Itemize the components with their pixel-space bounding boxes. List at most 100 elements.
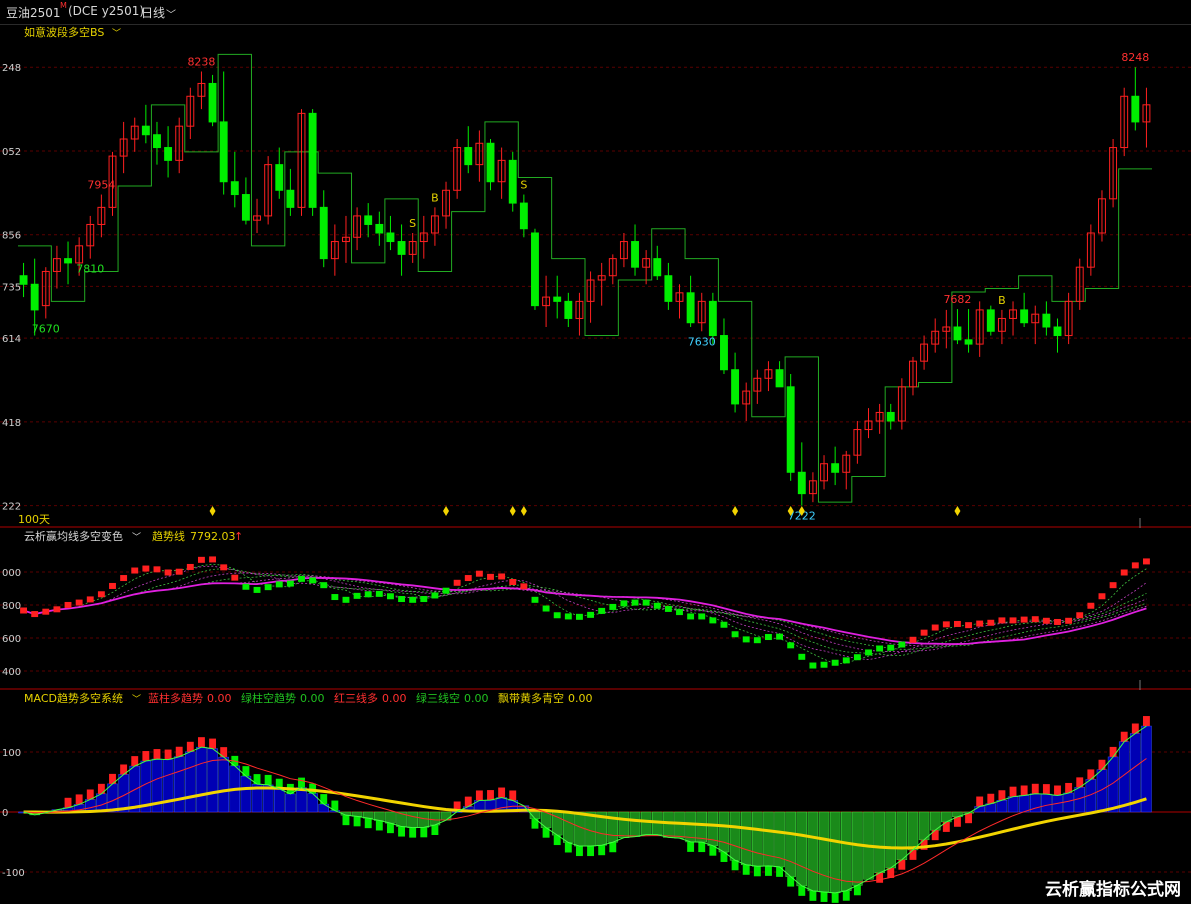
macd-cap bbox=[753, 866, 761, 877]
macd-bar bbox=[663, 811, 674, 838]
macd-cap bbox=[598, 845, 606, 856]
macd-bar bbox=[1063, 792, 1074, 813]
macd-cap bbox=[209, 738, 217, 749]
trend-block bbox=[542, 605, 550, 612]
macd-bar bbox=[996, 800, 1008, 813]
legend-value: 0.00 bbox=[464, 692, 489, 705]
trend-block bbox=[86, 596, 94, 603]
extreme-label: 7810 bbox=[76, 263, 104, 276]
macd-cap bbox=[375, 820, 383, 831]
candle-body bbox=[664, 275, 673, 302]
macd-cap bbox=[609, 842, 617, 853]
y-tick-label: 052 bbox=[2, 147, 21, 158]
macd-cap bbox=[153, 749, 161, 760]
y-tick-label: 418 bbox=[2, 418, 21, 429]
macd-bar bbox=[752, 811, 763, 867]
candle-body bbox=[275, 164, 284, 191]
ma-line bbox=[23, 572, 1147, 652]
macd-cap bbox=[764, 865, 772, 876]
macd-bar bbox=[629, 811, 641, 837]
trend-block bbox=[164, 569, 172, 576]
macd-bar bbox=[240, 775, 252, 813]
macd-cap bbox=[564, 842, 572, 853]
macd-bar bbox=[885, 811, 896, 869]
candle-body bbox=[720, 335, 728, 371]
signal-b: B bbox=[998, 294, 1006, 307]
trend-block bbox=[153, 566, 161, 573]
macd-bar bbox=[107, 783, 118, 813]
candle-body bbox=[775, 369, 784, 388]
y-tick-label: 400 bbox=[2, 667, 21, 678]
trend-block bbox=[1131, 562, 1139, 569]
chevron-down-icon: ﹀ bbox=[112, 28, 121, 39]
macd-bar bbox=[618, 811, 630, 838]
candle-body bbox=[708, 300, 717, 337]
trend-arrow-icon: ↑ bbox=[234, 530, 243, 543]
legend-value: 0.00 bbox=[382, 692, 407, 705]
trend-block bbox=[798, 653, 806, 660]
y-tick-label: 000 bbox=[2, 568, 21, 579]
candle-body bbox=[364, 215, 373, 225]
ma-line bbox=[23, 563, 1147, 665]
legend-label: 飘带黄多青空 bbox=[498, 691, 564, 705]
diamond-signal-icon bbox=[954, 506, 961, 516]
macd-bar bbox=[285, 793, 296, 813]
macd-cap bbox=[809, 890, 817, 901]
indicator-title: 如意波段多空BS bbox=[24, 25, 104, 39]
trend-block bbox=[309, 577, 317, 584]
trend-block bbox=[509, 579, 517, 585]
diamond-signal-icon bbox=[509, 506, 516, 516]
macd-cap bbox=[1109, 746, 1117, 757]
diamond-signal-icon bbox=[732, 506, 739, 516]
trend-block bbox=[809, 662, 817, 669]
trend-block bbox=[853, 654, 861, 661]
candle-body bbox=[886, 411, 895, 422]
trend-block bbox=[653, 602, 661, 609]
macd-cap bbox=[831, 892, 839, 903]
macd-cap bbox=[1142, 716, 1150, 727]
macd-cap bbox=[487, 790, 494, 801]
macd-bar bbox=[829, 811, 841, 894]
y-tick-label: 800 bbox=[2, 601, 21, 612]
macd-bar bbox=[1107, 756, 1119, 813]
trend-block bbox=[965, 622, 973, 629]
trend-block bbox=[953, 620, 961, 627]
trend-block bbox=[1020, 616, 1028, 623]
macd-bar bbox=[185, 751, 196, 813]
extreme-label: 7630 bbox=[688, 335, 716, 348]
trend-block bbox=[75, 599, 83, 606]
trend-block bbox=[553, 612, 561, 619]
macd-cap bbox=[386, 823, 394, 834]
trend-block bbox=[142, 565, 150, 572]
trend-block bbox=[609, 603, 617, 610]
macd-cap bbox=[509, 790, 517, 801]
macd-cap bbox=[842, 890, 850, 901]
trend-block bbox=[987, 619, 995, 626]
signal-s: S bbox=[409, 217, 416, 230]
chevron-down-icon: ﹀ bbox=[132, 694, 141, 705]
diamond-signal-icon bbox=[520, 506, 527, 516]
macd-cap bbox=[820, 891, 828, 902]
y-tick-label: 0 bbox=[2, 808, 8, 819]
chart-canvas[interactable]: 248 052 856 735 614 418 222 如意波段多空BS ﹀ 100天 8238 76… bbox=[0, 0, 1191, 904]
range-label: 100天 bbox=[18, 513, 50, 526]
trend-block bbox=[97, 591, 105, 598]
trend-line-value: 7792.03 bbox=[190, 530, 236, 543]
macd-bar bbox=[374, 811, 385, 821]
trend-block bbox=[453, 579, 461, 586]
trend-block bbox=[331, 594, 339, 601]
macd-cap bbox=[575, 846, 583, 857]
macd-bar bbox=[1007, 796, 1019, 813]
trend-block bbox=[498, 573, 506, 580]
y-tick-label: 100 bbox=[2, 748, 21, 759]
macd-bar bbox=[907, 811, 919, 851]
candle-body bbox=[986, 309, 995, 332]
trend-block bbox=[520, 583, 528, 590]
trend-block bbox=[709, 617, 717, 624]
y-tick-label: 735 bbox=[2, 282, 21, 293]
trend-block bbox=[742, 636, 750, 643]
macd-bar bbox=[563, 811, 574, 843]
trend-block bbox=[53, 606, 61, 613]
macd-bar bbox=[196, 746, 207, 813]
macd-bar bbox=[696, 811, 707, 843]
